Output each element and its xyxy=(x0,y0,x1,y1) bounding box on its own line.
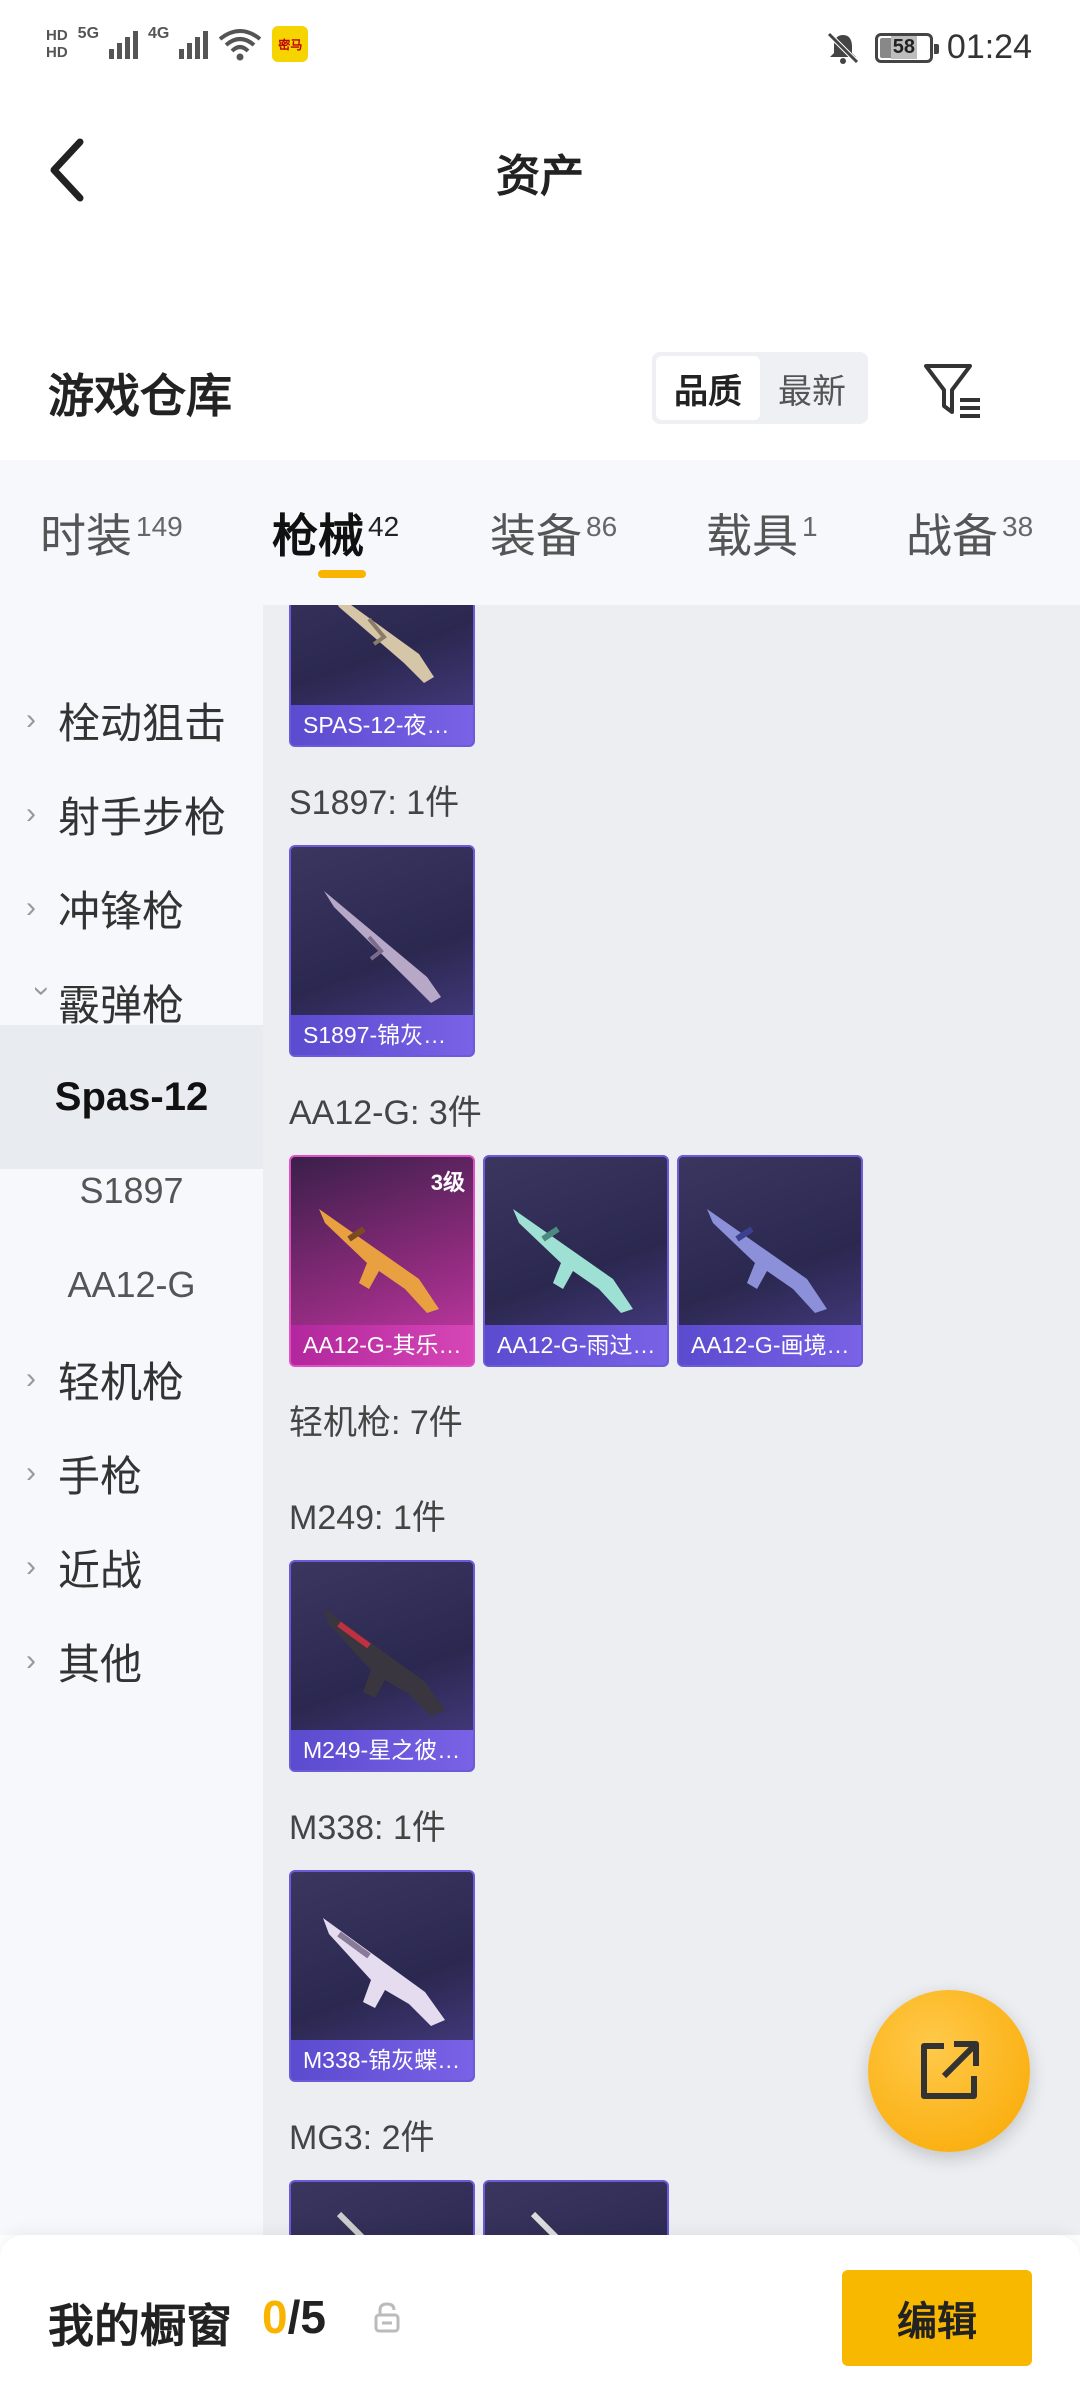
hd-top: HD xyxy=(46,27,68,44)
weapon-card[interactable]: M249-星之彼… xyxy=(289,1560,475,1772)
showcase-count-total: /5 xyxy=(287,2291,326,2343)
showcase-count: 0/5 xyxy=(262,2290,326,2344)
chevron-right-icon: › xyxy=(26,891,36,924)
weapon-card[interactable]: AA12-G-雨过… xyxy=(483,1155,669,1367)
wifi-icon xyxy=(219,29,262,61)
tab-count: 1 xyxy=(802,511,818,542)
chevron-right-icon: › xyxy=(26,1644,36,1677)
sidebar-item-label: S1897 xyxy=(79,1170,184,1211)
weapon-card[interactable] xyxy=(483,2180,669,2235)
status-bar: HD HD 5G 4G 密马 58 01:24 xyxy=(0,0,1080,100)
tab-count: 86 xyxy=(586,511,618,542)
app-header: 资产 xyxy=(0,100,1080,240)
tab-weapons[interactable]: 枪械 42 xyxy=(272,500,399,566)
weapon-card-label: AA12-G-雨过… xyxy=(485,1325,667,1365)
showcase-count-current: 0 xyxy=(262,2291,288,2343)
sort-quality-button[interactable]: 品质 xyxy=(656,356,760,420)
machine-gun-icon xyxy=(323,1918,445,2026)
active-tab-indicator xyxy=(318,570,366,578)
weapon-card-label: M249-星之彼… xyxy=(291,1730,473,1770)
signal-icon xyxy=(109,29,139,59)
group-label: MG3: 2件 xyxy=(289,2119,435,2157)
chevron-right-icon: › xyxy=(26,1456,36,1489)
level-badge: 3级 xyxy=(430,1170,465,1195)
tab-supplies[interactable]: 战备 38 xyxy=(906,500,1033,566)
rifle-icon xyxy=(707,1209,827,1313)
tab-label: 时装 xyxy=(40,510,132,562)
machine-gun-icon xyxy=(323,1608,445,1716)
hd-indicator: HD HD xyxy=(46,27,68,61)
warehouse-title: 游戏仓库 xyxy=(48,370,232,422)
rifle-icon xyxy=(319,1209,439,1313)
tab-label: 装备 xyxy=(490,510,582,562)
rifle-icon xyxy=(513,1209,633,1313)
tab-vehicles[interactable]: 载具 1 xyxy=(706,500,818,566)
tab-label: 战备 xyxy=(906,510,998,562)
chevron-right-icon: › xyxy=(26,1550,36,1583)
weapon-card[interactable]: M338-锦灰蝶… xyxy=(289,1870,475,2082)
weapon-card-label: AA12-G-画境… xyxy=(679,1325,861,1365)
machine-gun-icon xyxy=(530,2211,559,2235)
share-export-icon xyxy=(921,2041,979,2099)
chevron-down-icon: › xyxy=(26,986,59,996)
category-tabs: 时装 149 枪械 42 装备 86 载具 1 战备 38 xyxy=(0,460,1080,605)
battery-icon: 58 xyxy=(874,32,939,63)
warehouse-header: 游戏仓库 品质 最新 xyxy=(0,340,1080,440)
network-5g-label: 5G xyxy=(77,25,100,42)
sidebar-item-label: Spas-12 xyxy=(54,1074,209,1119)
group-label: 轻机枪: 7件 xyxy=(289,1404,463,1442)
sort-toggle: 品质 最新 xyxy=(652,352,868,424)
tab-count: 42 xyxy=(368,511,400,542)
group-label: M249: 1件 xyxy=(289,1499,446,1537)
tab-label: 载具 xyxy=(706,510,798,562)
status-left: HD HD 5G 4G 密马 xyxy=(46,25,309,62)
status-right: 58 01:24 xyxy=(825,28,1032,67)
weapon-card-label: AA12-G-其乐… xyxy=(291,1325,473,1365)
tab-equipment[interactable]: 装备 86 xyxy=(490,500,617,566)
share-export-button[interactable] xyxy=(868,1990,1030,2152)
battery-level: 58 xyxy=(890,36,918,59)
chevron-right-icon: › xyxy=(26,703,36,736)
sidebar-item-label: AA12-G xyxy=(67,1264,196,1305)
lock-icon xyxy=(374,2302,400,2333)
app-notification-icon: 密马 xyxy=(272,26,309,62)
bell-muted-icon xyxy=(827,31,859,64)
weapon-card-label: SPAS-12-夜… xyxy=(291,705,473,745)
chevron-right-icon: › xyxy=(26,797,36,830)
tab-label: 枪械 xyxy=(272,510,364,562)
group-label: S1897: 1件 xyxy=(289,784,460,822)
shotgun-icon xyxy=(324,891,441,1003)
clock: 01:24 xyxy=(946,28,1032,66)
weapon-card[interactable]: SPAS-12-夜… xyxy=(289,605,475,747)
weapon-card[interactable]: AA12-G-画境… xyxy=(677,1155,863,1367)
machine-gun-icon xyxy=(336,2211,365,2235)
group-label: AA12-G: 3件 xyxy=(289,1094,482,1132)
sort-newest-button[interactable]: 最新 xyxy=(760,356,864,420)
page-title: 资产 xyxy=(496,152,584,201)
weapon-card-label: M338-锦灰蝶… xyxy=(291,2040,473,2080)
showcase-bar: 我的橱窗 0/5 编辑 xyxy=(0,2235,1080,2400)
group-label: M338: 1件 xyxy=(289,1809,446,1847)
signal-icon-2 xyxy=(179,29,209,59)
chevron-right-icon: › xyxy=(26,1362,36,1395)
tab-count: 38 xyxy=(1002,511,1034,542)
filter-icon[interactable] xyxy=(920,358,986,424)
sidebar-item-label: 其他 xyxy=(58,1640,143,1688)
sidebar-item-other[interactable]: › 其他 xyxy=(0,1589,263,1733)
weapon-card[interactable]: S1897-锦灰… xyxy=(289,845,475,1057)
weapon-card[interactable] xyxy=(289,2180,475,2235)
tab-outfits[interactable]: 时装 149 xyxy=(40,500,183,566)
network-4g-label: 4G xyxy=(148,25,170,42)
weapon-category-sidebar: › 栓动狙击 › 射手步枪 › 冲锋枪 › 霰弹枪 Spas-12 S1897 AA12… xyxy=(0,605,263,2235)
showcase-title: 我的橱窗 xyxy=(48,2300,232,2352)
tab-count: 149 xyxy=(136,511,183,542)
edit-button[interactable]: 编辑 xyxy=(842,2270,1032,2366)
hd-bottom: HD xyxy=(46,44,68,61)
weapon-card-label: S1897-锦灰… xyxy=(291,1015,473,1055)
sidebar-item-label: 霰弹枪 xyxy=(58,981,185,1029)
shotgun-icon xyxy=(337,605,434,683)
weapon-card[interactable]: 3级 AA12-G-其乐… xyxy=(289,1155,475,1367)
